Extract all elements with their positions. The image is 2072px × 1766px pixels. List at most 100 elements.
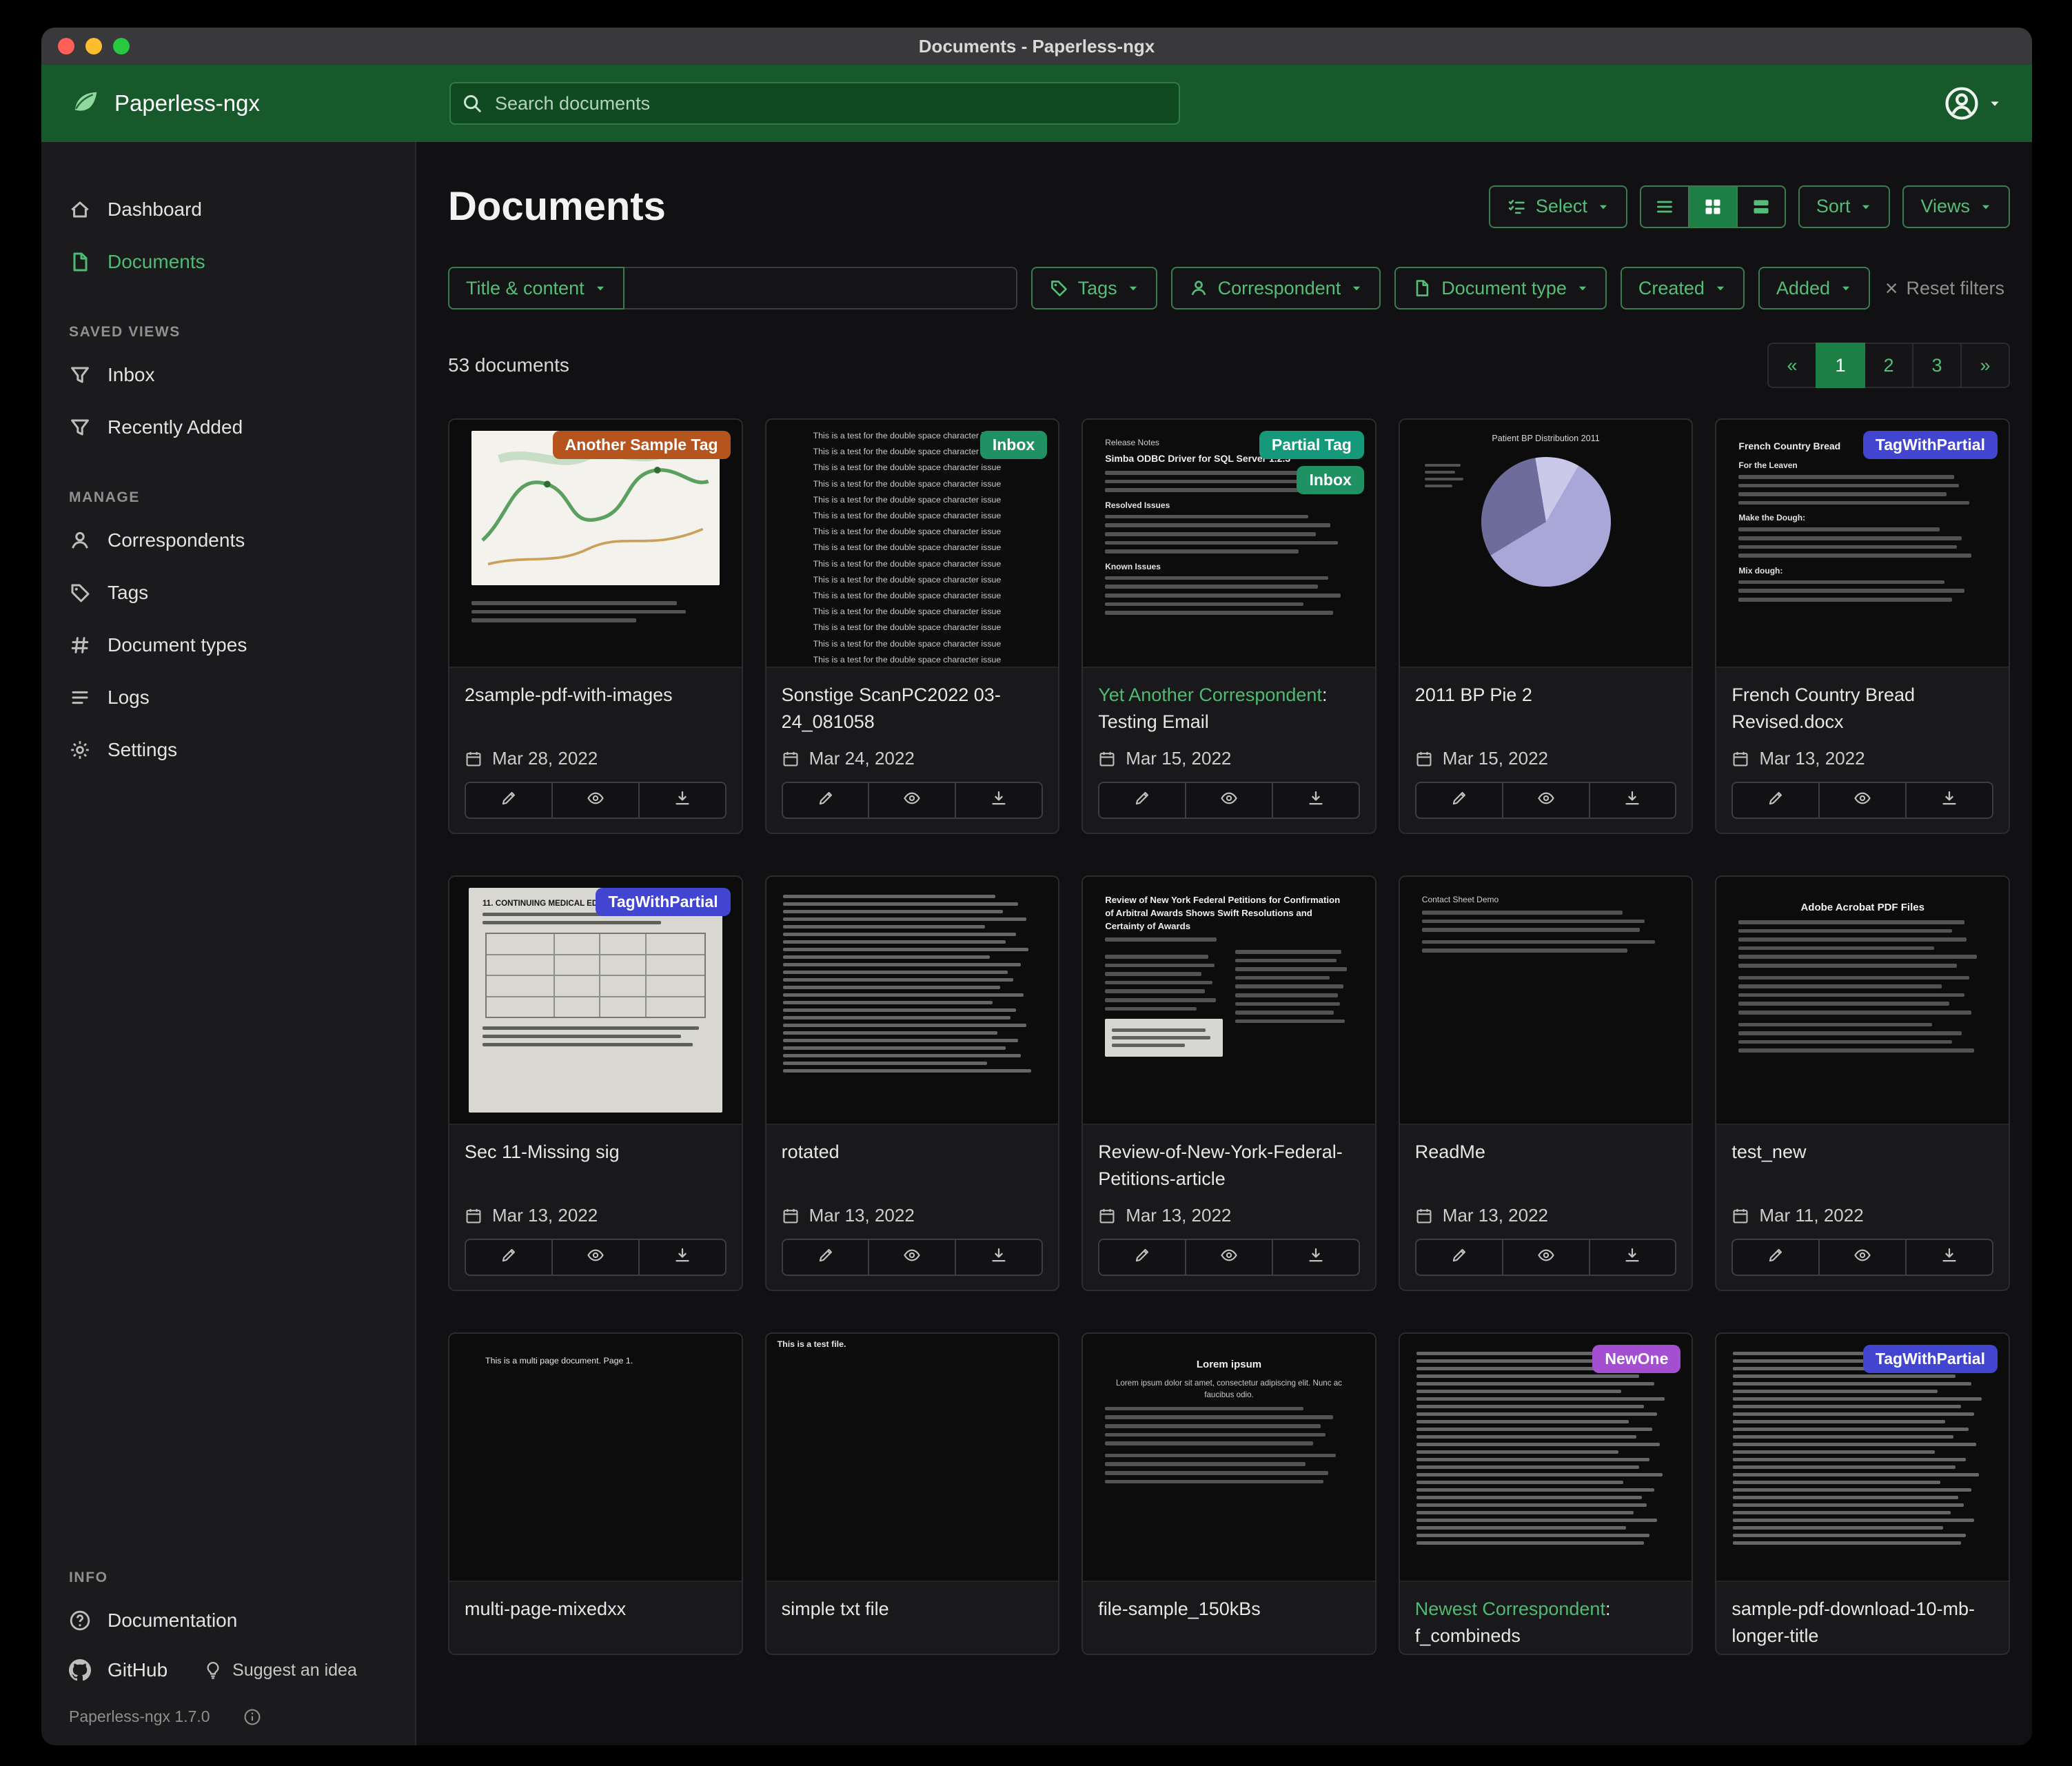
tag-badge[interactable]: TagWithPartial	[1863, 1345, 1998, 1373]
document-correspondent[interactable]: Yet Another Correspondent	[1098, 684, 1322, 705]
document-thumbnail[interactable]: This is a test file.	[766, 1334, 1059, 1582]
preview-button[interactable]	[551, 782, 640, 819]
document-title[interactable]: Sonstige ScanPC2022 03-24_081058	[782, 682, 1044, 735]
sidebar-item-github[interactable]: GitHub	[41, 1647, 195, 1694]
document-title[interactable]: Newest Correspondent: f_combineds	[1415, 1596, 1677, 1650]
tag-badge[interactable]: Inbox	[1297, 466, 1363, 494]
views-button[interactable]: Views	[1902, 185, 2010, 228]
download-button[interactable]	[1272, 1239, 1360, 1276]
edit-button[interactable]	[1731, 1239, 1820, 1276]
filter-correspondent-dropdown[interactable]: Correspondent	[1171, 267, 1381, 309]
view-grid-button[interactable]	[1688, 185, 1738, 228]
edit-button[interactable]	[1098, 1239, 1186, 1276]
pagination-page-3[interactable]: 3	[1912, 343, 1962, 388]
zoom-button[interactable]	[113, 38, 130, 54]
document-title[interactable]: file-sample_150kBs	[1098, 1596, 1360, 1623]
sidebar-item-settings[interactable]: Settings	[41, 724, 415, 776]
select-button[interactable]: Select	[1489, 185, 1627, 228]
download-button[interactable]	[1589, 782, 1677, 819]
filter-added-dropdown[interactable]: Added	[1758, 267, 1870, 309]
document-thumbnail[interactable]: Review of New York Federal Petitions for…	[1083, 877, 1375, 1125]
sidebar-item-suggest-idea[interactable]: Suggest an idea	[195, 1647, 385, 1694]
sidebar-item-documentation[interactable]: Documentation	[41, 1594, 415, 1647]
document-thumbnail[interactable]: Lorem ipsumLorem ipsum dolor sit amet, c…	[1083, 1334, 1375, 1582]
view-detail-button[interactable]	[1736, 185, 1786, 228]
search-input[interactable]	[449, 82, 1180, 125]
pagination-prev[interactable]: «	[1767, 343, 1817, 388]
document-title[interactable]: Review-of-New-York-Federal-Petitions-art…	[1098, 1139, 1360, 1192]
preview-button[interactable]	[1818, 782, 1907, 819]
document-thumbnail[interactable]: Patient BP Distribution 2011	[1400, 420, 1692, 668]
document-correspondent[interactable]: Newest Correspondent	[1415, 1598, 1605, 1619]
minimize-button[interactable]	[85, 38, 102, 54]
tag-badge[interactable]: Inbox	[980, 431, 1047, 459]
download-button[interactable]	[1589, 1239, 1677, 1276]
download-button[interactable]	[1905, 782, 1993, 819]
download-button[interactable]	[1905, 1239, 1993, 1276]
document-thumbnail[interactable]: French Country BreadFor the LeavenMake t…	[1716, 420, 2009, 668]
edit-button[interactable]	[1098, 782, 1186, 819]
pagination-page-1[interactable]: 1	[1816, 343, 1865, 388]
document-title[interactable]: ReadMe	[1415, 1139, 1677, 1166]
document-thumbnail[interactable]	[766, 877, 1059, 1125]
download-button[interactable]	[955, 782, 1043, 819]
download-button[interactable]	[638, 1239, 727, 1276]
document-title[interactable]: French Country Bread Revised.docx	[1731, 682, 1993, 735]
document-title[interactable]: multi-page-mixedxx	[465, 1596, 727, 1623]
tag-badge[interactable]: NewOne	[1592, 1345, 1680, 1373]
view-list-button[interactable]	[1640, 185, 1689, 228]
edit-button[interactable]	[1731, 782, 1820, 819]
document-title[interactable]: sample-pdf-download-10-mb-longer-title	[1731, 1596, 1993, 1650]
filter-document-type-dropdown[interactable]: Document type	[1394, 267, 1607, 309]
filter-tags-dropdown[interactable]: Tags	[1031, 267, 1157, 309]
download-button[interactable]	[955, 1239, 1043, 1276]
user-menu[interactable]	[1944, 85, 2032, 121]
preview-button[interactable]	[551, 1239, 640, 1276]
brand-link[interactable]: Paperless-ngx	[41, 88, 416, 119]
sidebar-item-inbox[interactable]: Inbox	[41, 349, 415, 401]
filter-field-dropdown[interactable]: Title & content	[448, 267, 624, 309]
document-thumbnail[interactable]: Contact Sheet Demo	[1400, 877, 1692, 1125]
sidebar-item-document-types[interactable]: Document types	[41, 619, 415, 671]
preview-button[interactable]	[868, 782, 956, 819]
sidebar-item-correspondents[interactable]: Correspondents	[41, 514, 415, 567]
info-icon[interactable]	[243, 1708, 261, 1726]
edit-button[interactable]	[782, 782, 870, 819]
sidebar-item-logs[interactable]: Logs	[41, 671, 415, 724]
edit-button[interactable]	[782, 1239, 870, 1276]
document-title[interactable]: 2sample-pdf-with-images	[465, 682, 727, 709]
download-button[interactable]	[638, 782, 727, 819]
document-title[interactable]: Yet Another Correspondent: Testing Email	[1098, 682, 1360, 735]
edit-button[interactable]	[465, 782, 553, 819]
document-title[interactable]: 2011 BP Pie 2	[1415, 682, 1677, 709]
document-thumbnail[interactable]: Release NotesSimba ODBC Driver for SQL S…	[1083, 420, 1375, 668]
tag-badge[interactable]: Another Sample Tag	[553, 431, 731, 459]
filter-query-input[interactable]	[624, 267, 1017, 309]
document-thumbnail[interactable]: This is a test for the double space char…	[766, 420, 1059, 668]
sort-button[interactable]: Sort	[1798, 185, 1891, 228]
sidebar-item-dashboard[interactable]: Dashboard	[41, 183, 415, 236]
preview-button[interactable]	[1818, 1239, 1907, 1276]
edit-button[interactable]	[465, 1239, 553, 1276]
document-title[interactable]: Sec 11-Missing sig	[465, 1139, 727, 1166]
document-thumbnail[interactable]: NewOne	[1400, 1334, 1692, 1582]
preview-button[interactable]	[868, 1239, 956, 1276]
tag-badge[interactable]: Partial Tag	[1259, 431, 1364, 459]
preview-button[interactable]	[1502, 782, 1590, 819]
reset-filters-button[interactable]: × Reset filters	[1885, 277, 2010, 299]
tag-badge[interactable]: TagWithPartial	[1863, 431, 1998, 459]
edit-button[interactable]	[1415, 782, 1503, 819]
document-thumbnail[interactable]: Adobe Acrobat PDF Files	[1716, 877, 2009, 1125]
preview-button[interactable]	[1185, 1239, 1273, 1276]
pagination-page-2[interactable]: 2	[1864, 343, 1913, 388]
sidebar-item-documents[interactable]: Documents	[41, 236, 415, 288]
sidebar-item-recently-added[interactable]: Recently Added	[41, 401, 415, 454]
pagination-next[interactable]: »	[1960, 343, 2010, 388]
document-thumbnail[interactable]: Another Sample Tag	[449, 420, 742, 668]
tag-badge[interactable]: TagWithPartial	[596, 888, 730, 916]
document-thumbnail[interactable]: 11. CONTINUING MEDICAL EDUCATagWithParti…	[449, 877, 742, 1125]
download-button[interactable]	[1272, 782, 1360, 819]
document-title[interactable]: simple txt file	[782, 1596, 1044, 1623]
preview-button[interactable]	[1502, 1239, 1590, 1276]
document-title[interactable]: test_new	[1731, 1139, 1993, 1166]
